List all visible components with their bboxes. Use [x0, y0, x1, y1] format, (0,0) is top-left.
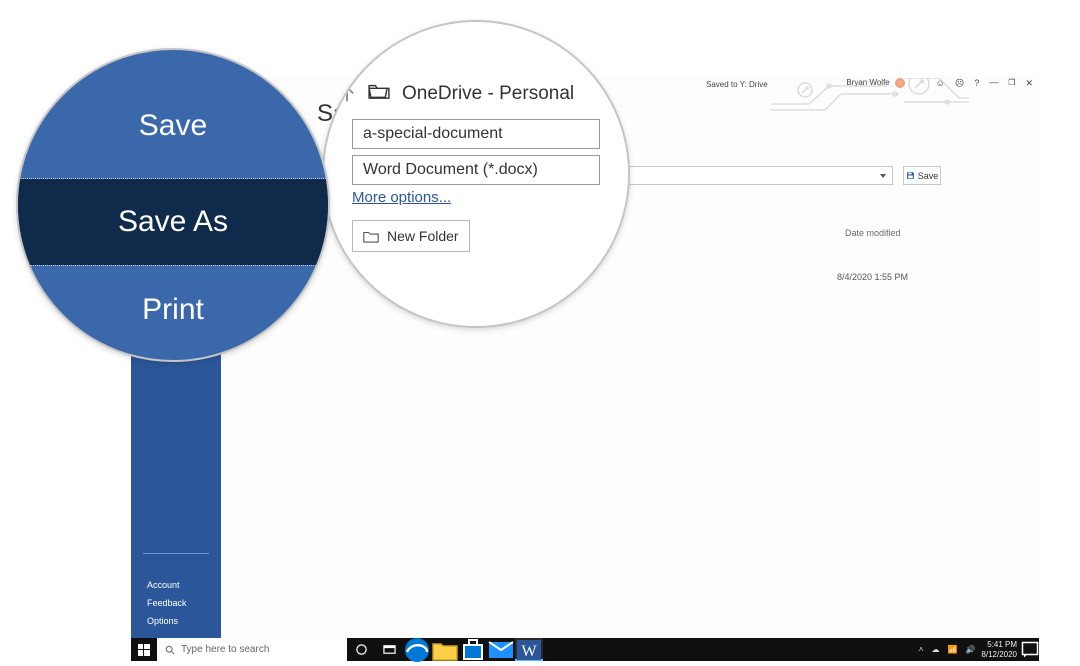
zoom-lens-backstage-menu: Save Save As Print	[16, 48, 330, 362]
app-file-explorer[interactable]	[431, 638, 459, 661]
taskbar-clock[interactable]: 5:41 PM 8/12/2020	[981, 640, 1021, 660]
app-word[interactable]: W	[515, 638, 543, 661]
windows-taskbar: Type here to search W ˄ ☁ 📶 🔊 5:41 PM 8/…	[131, 638, 1039, 661]
filename-input[interactable]: a-special-document	[352, 119, 600, 149]
file-row-date-modified: 8/4/2020 1:55 PM	[837, 272, 908, 282]
restore-button[interactable]: ❐	[1008, 78, 1015, 89]
rail-account[interactable]: Account	[147, 580, 187, 590]
help-icon[interactable]: ?	[974, 78, 979, 89]
new-folder-icon	[363, 230, 379, 243]
open-folder-icon	[368, 82, 390, 105]
taskbar-apps: W	[403, 638, 543, 661]
new-folder-button[interactable]: New Folder	[352, 220, 470, 252]
decorative-circuit-art	[769, 78, 969, 114]
menu-separator	[18, 265, 328, 266]
app-mail[interactable]	[487, 638, 515, 661]
rail-divider	[143, 553, 209, 554]
file-type-select[interactable]: Word Document (*.docx)	[352, 155, 600, 185]
app-edge[interactable]	[403, 638, 431, 661]
save-icon	[906, 171, 915, 180]
tray-chevron-up-icon[interactable]: ˄	[919, 645, 924, 654]
tray-wifi-icon[interactable]: 📶	[947, 645, 957, 654]
taskbar-search[interactable]: Type here to search	[157, 638, 347, 661]
tray-volume-icon[interactable]: 🔊	[965, 645, 975, 654]
task-view-button[interactable]	[375, 638, 403, 661]
menu-item-save-as[interactable]: Save As	[18, 179, 328, 265]
zoom-lens-save-panel: OneDrive - Personal a-special-document W…	[322, 20, 630, 328]
save-location-header: OneDrive - Personal	[338, 82, 614, 105]
more-options-link[interactable]: More options...	[352, 189, 600, 206]
windows-logo-icon	[138, 644, 150, 656]
rail-options[interactable]: Options	[147, 616, 187, 626]
menu-item-save[interactable]: Save	[18, 88, 328, 164]
save-button[interactable]: Save	[903, 166, 941, 185]
svg-text:W: W	[521, 643, 537, 660]
current-save-location[interactable]: OneDrive - Personal	[402, 83, 574, 105]
start-button[interactable]	[131, 638, 157, 661]
action-center-button[interactable]	[1021, 638, 1039, 661]
cortana-button[interactable]	[347, 638, 375, 661]
close-button[interactable]: ✕	[1025, 78, 1033, 89]
minimize-button[interactable]: —	[989, 78, 998, 88]
rail-feedback[interactable]: Feedback	[147, 598, 187, 608]
system-tray[interactable]: ˄ ☁ 📶 🔊	[913, 645, 982, 654]
tray-cloud-icon[interactable]: ☁	[931, 645, 939, 654]
column-header-date-modified: Date modified	[845, 228, 901, 238]
up-arrow-icon[interactable]	[338, 85, 356, 103]
title-saved-location: Saved to Y: Drive	[706, 80, 768, 89]
app-store[interactable]	[459, 638, 487, 661]
menu-item-print[interactable]: Print	[18, 272, 328, 348]
